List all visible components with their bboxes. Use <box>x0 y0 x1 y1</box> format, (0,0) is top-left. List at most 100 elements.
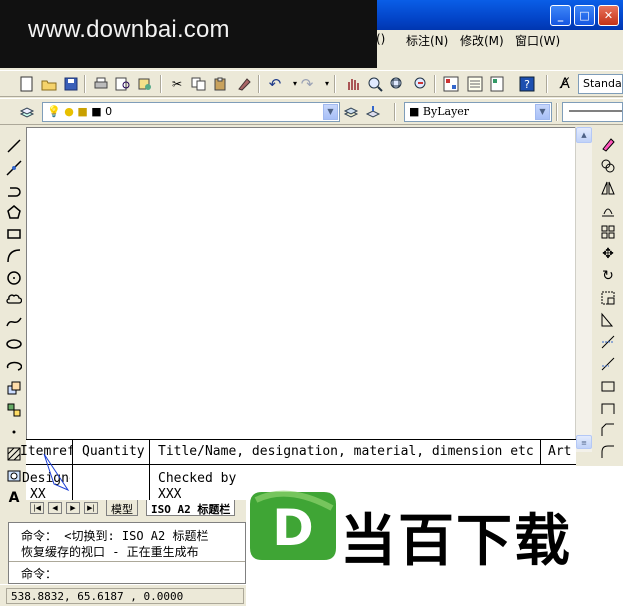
multiline-text-icon[interactable]: A <box>5 489 23 507</box>
construction-line-icon[interactable] <box>5 159 23 177</box>
last-tab-icon[interactable]: ▶| <box>84 502 98 514</box>
zoom-window-icon[interactable] <box>388 75 406 93</box>
ellipse-arc-icon[interactable] <box>5 357 23 375</box>
sun-icon: ● <box>64 105 74 118</box>
region-icon[interactable] <box>5 467 23 485</box>
vertical-scrollbar[interactable]: ▲ ≡ <box>575 127 592 452</box>
design-center-icon[interactable] <box>466 75 484 93</box>
match-properties-icon[interactable] <box>236 75 254 93</box>
zoom-previous-icon[interactable] <box>412 75 430 93</box>
rotate-icon[interactable]: ↻ <box>599 267 617 285</box>
polygon-icon[interactable] <box>5 203 23 221</box>
first-tab-icon[interactable]: |◀ <box>30 502 44 514</box>
revision-cloud-icon[interactable] <box>5 291 23 309</box>
redo-icon[interactable]: ↷ <box>298 75 316 93</box>
color-value: ByLayer <box>422 105 470 118</box>
color-swatch: ■ <box>409 105 420 118</box>
make-object-layer-current-icon[interactable] <box>342 103 360 121</box>
scale-icon[interactable] <box>599 289 617 307</box>
toolbar-separator <box>84 75 86 93</box>
undo-icon[interactable]: ↶ <box>266 75 284 93</box>
command-window[interactable]: 命令： <切换到: ISO A2 标题栏 恢复缓存的视口 - 正在重生成布 命令… <box>8 522 246 584</box>
copy-icon[interactable] <box>190 75 208 93</box>
cut-icon[interactable]: ✂ <box>168 75 186 93</box>
table-divider <box>540 440 541 464</box>
layer-previous-icon[interactable] <box>364 103 382 121</box>
menu-item-dimension[interactable]: 标注(N) <box>406 32 448 49</box>
toolbar-separator <box>160 75 162 93</box>
break-icon[interactable] <box>599 399 617 417</box>
table-cell-title: Title/Name, designation, material, dimen… <box>158 444 534 459</box>
menu-item-partial[interactable]: () <box>376 32 385 46</box>
next-tab-icon[interactable]: ▶ <box>66 502 80 514</box>
tab-model[interactable]: 模型 <box>106 500 138 516</box>
rectangle-icon[interactable] <box>5 225 23 243</box>
open-icon[interactable] <box>40 75 58 93</box>
toolbar-separator <box>556 103 558 121</box>
ellipse-icon[interactable] <box>5 335 23 353</box>
save-icon[interactable] <box>62 75 80 93</box>
text-style-combo[interactable]: Standa <box>578 74 623 94</box>
brand-logo-letter: D <box>272 499 314 557</box>
plot-preview-icon[interactable] <box>114 75 132 93</box>
circle-icon[interactable] <box>5 269 23 287</box>
color-combo[interactable]: ■ ByLayer ▼ <box>404 102 552 122</box>
table-cell-art: Art <box>548 444 572 459</box>
menu-item-window[interactable]: 窗口(W) <box>515 32 560 49</box>
properties-icon[interactable] <box>442 75 460 93</box>
command-prompt[interactable]: 命令： <box>21 565 57 582</box>
scroll-up-icon[interactable]: ▲ <box>576 127 592 143</box>
chevron-down-icon[interactable]: ▼ <box>535 104 550 120</box>
scroll-thumb[interactable]: ≡ <box>576 435 592 449</box>
tool-palettes-icon[interactable] <box>488 75 506 93</box>
zoom-realtime-icon[interactable] <box>366 75 384 93</box>
layer-name: 0 <box>105 105 113 118</box>
text-style-icon[interactable]: A̸ <box>556 75 574 93</box>
stretch-icon[interactable] <box>599 311 617 329</box>
layer-color-swatch: ■ <box>91 105 102 118</box>
table-cell-checked-by: Checked by <box>158 471 237 486</box>
toolbar-separator <box>334 75 336 93</box>
move-icon[interactable]: ✥ <box>599 245 617 263</box>
new-icon[interactable] <box>18 75 36 93</box>
print-icon[interactable] <box>92 75 110 93</box>
chamfer-icon[interactable] <box>599 421 617 439</box>
arc-icon[interactable] <box>5 247 23 265</box>
mirror-icon[interactable] <box>599 179 617 197</box>
menu-item-modify[interactable]: 修改(M) <box>460 32 504 49</box>
previous-tab-icon[interactable]: ◀ <box>48 502 62 514</box>
brand-logo-icon: D <box>250 490 336 560</box>
extend-icon[interactable] <box>599 355 617 373</box>
publish-icon[interactable] <box>136 75 154 93</box>
standard-toolbar: ✂ ↶ ▾ ↷ ▾ ? A̸ Standa <box>0 70 623 97</box>
make-block-icon[interactable] <box>5 401 23 419</box>
pan-icon[interactable] <box>344 75 362 93</box>
maximize-button[interactable]: □ <box>574 5 595 26</box>
command-history-line: 恢复缓存的视口 - 正在重生成布 <box>21 545 199 559</box>
spline-icon[interactable] <box>5 313 23 331</box>
minimize-button[interactable]: _ <box>550 5 571 26</box>
line-icon[interactable] <box>5 137 23 155</box>
layer-combo[interactable]: 💡 ● ■ ■ 0 ▼ <box>42 102 340 122</box>
polyline-icon[interactable] <box>5 181 23 199</box>
table-divider <box>149 440 150 502</box>
help-icon[interactable]: ? <box>518 75 536 93</box>
close-button[interactable]: ✕ <box>598 5 619 26</box>
array-icon[interactable] <box>599 223 617 241</box>
copy-object-icon[interactable] <box>599 157 617 175</box>
trim-icon[interactable] <box>599 333 617 351</box>
insert-block-icon[interactable] <box>5 379 23 397</box>
paste-icon[interactable] <box>212 75 230 93</box>
fillet-icon[interactable] <box>599 443 617 461</box>
tab-iso-a2-title-block[interactable]: ISO A2 标题栏 <box>146 500 236 516</box>
point-icon[interactable] <box>5 423 23 441</box>
break-at-point-icon[interactable] <box>599 377 617 395</box>
linetype-combo[interactable] <box>562 102 623 122</box>
offset-icon[interactable] <box>599 201 617 219</box>
chevron-down-icon[interactable]: ▼ <box>323 104 338 120</box>
brand-overlay: D 当百下载 <box>246 466 623 606</box>
drawing-area[interactable] <box>26 127 576 439</box>
layer-manager-icon[interactable] <box>18 103 36 121</box>
erase-icon[interactable] <box>599 135 617 153</box>
toolbar-separator <box>546 75 548 93</box>
